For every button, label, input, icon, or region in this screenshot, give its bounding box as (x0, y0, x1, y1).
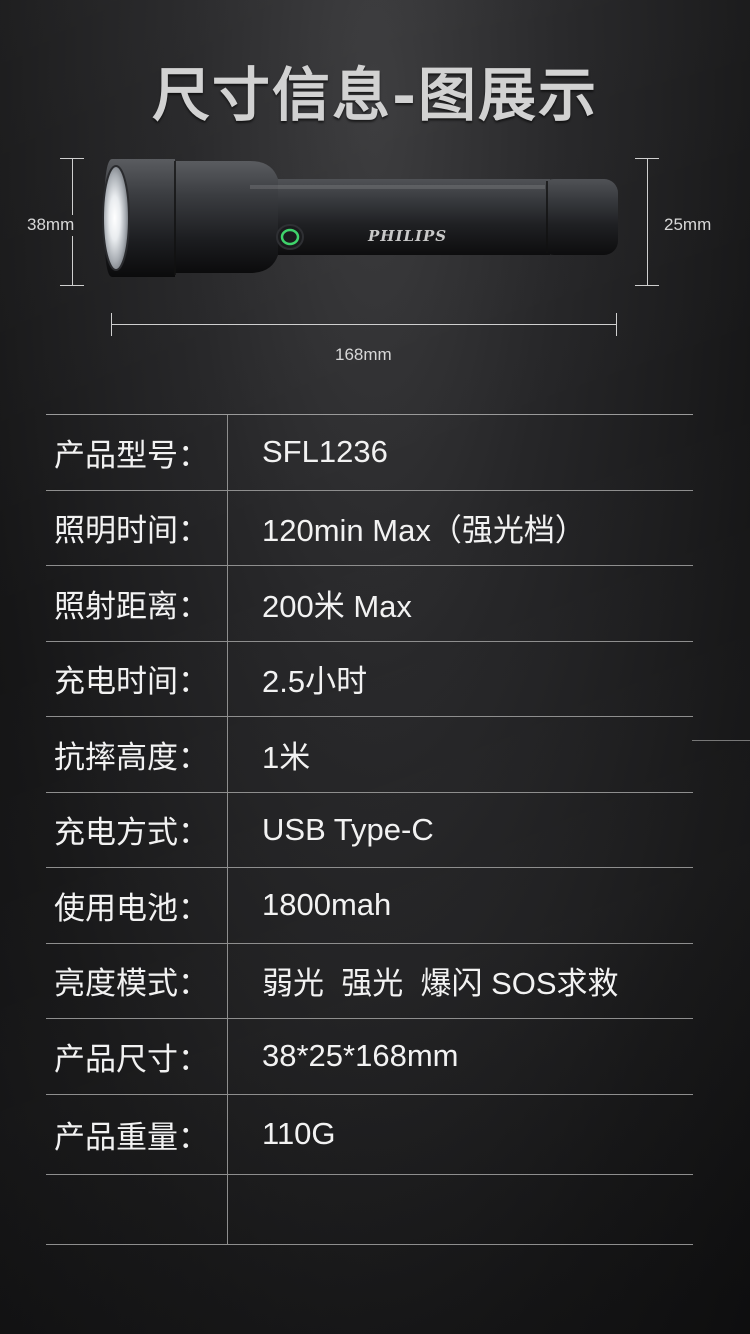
dim-left-line-lower (72, 236, 73, 285)
dim-length-label: 168mm (335, 345, 392, 364)
tail-cap (540, 179, 618, 255)
spec-row: 充电方式： USB Type-C (46, 792, 693, 868)
spec-row: 产品重量： 110G (46, 1094, 693, 1175)
spec-value: 1800mah (262, 887, 392, 923)
dim-length-line (111, 324, 616, 325)
spec-value: 弱光 强光 爆闪 SOS求救 (262, 966, 619, 1002)
spec-value: 120min Max（强光档） (262, 513, 586, 549)
spec-row: 亮度模式： 弱光 强光 爆闪 SOS求救 (46, 943, 693, 1019)
dim-length-right-tick (616, 313, 617, 336)
spec-label: 充电方式： (46, 792, 228, 867)
spec-value: 1米 (262, 739, 311, 775)
spec-value: USB Type-C (262, 811, 434, 847)
spec-row-empty (46, 1174, 693, 1245)
spec-value: SFL1236 (262, 434, 388, 470)
spec-table: 产品型号： SFL1236 照明时间： 120min Max（强光档） 照射距离… (46, 414, 693, 1245)
flashlight-icon: PHILIPS (100, 155, 625, 294)
spec-label: 充电时间： (46, 641, 228, 716)
spec-label: 照射距离： (46, 566, 228, 641)
spec-row: 充电时间： 2.5小时 (46, 641, 693, 717)
spec-label-empty (46, 1174, 228, 1244)
spec-value: 38*25*168mm (262, 1038, 459, 1074)
spec-row: 抗摔高度： 1米 (46, 717, 693, 793)
product-detail-page: 尺寸信息-图展示 38mm 25mm 168mm PHILIPS 产品型号： S… (0, 0, 750, 1334)
spec-value: 2.5小时 (262, 664, 368, 700)
page-title: 尺寸信息-图展示 (151, 61, 599, 129)
spec-value: 200米 Max (262, 588, 412, 624)
dim-left-bottom-tick (60, 285, 84, 286)
dim-left-line-upper (72, 158, 73, 215)
spec-label: 产品尺寸： (46, 1019, 228, 1094)
decorative-divider (692, 740, 750, 741)
spec-row: 产品尺寸： 38*25*168mm (46, 1019, 693, 1095)
brand-logo: PHILIPS (368, 227, 448, 245)
dim-height-left-label: 38mm (27, 215, 75, 234)
neck (170, 161, 278, 273)
spec-row: 照明时间： 120min Max（强光档） (46, 490, 693, 566)
spec-row: 使用电池： 1800mah (46, 868, 693, 944)
dim-height-right-label: 25mm (664, 215, 712, 234)
dim-right-bottom-tick (635, 285, 659, 286)
dim-right-line (647, 158, 648, 285)
spec-label: 产品型号： (46, 415, 228, 490)
spec-label: 产品重量： (46, 1094, 228, 1174)
spec-label: 抗摔高度： (46, 717, 228, 792)
spec-label: 照明时间： (46, 490, 228, 565)
spec-row: 产品型号： SFL1236 (46, 415, 693, 491)
spec-label: 使用电池： (46, 868, 228, 943)
spec-label: 亮度模式： (46, 943, 228, 1018)
spec-row: 照射距离： 200米 Max (46, 566, 693, 642)
spec-value: 110G (262, 1116, 336, 1151)
